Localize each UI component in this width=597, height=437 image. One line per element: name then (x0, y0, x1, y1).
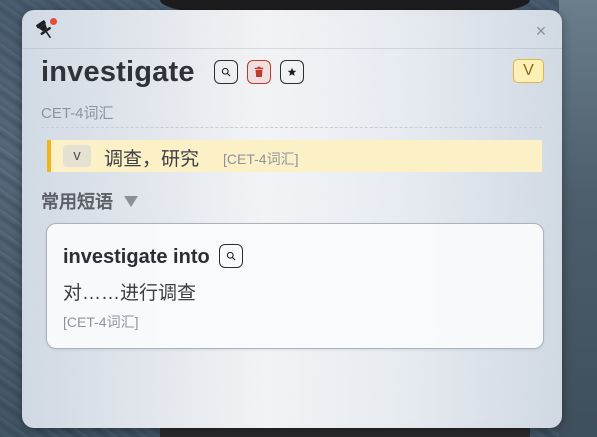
phrases-section-toggle[interactable]: 常用短语 (41, 188, 139, 214)
desktop-background (559, 0, 597, 437)
dictionary-popup: × investigate V CET-4词汇 v 调查，研究 [CET-4词汇… (22, 10, 562, 428)
trash-icon (254, 66, 264, 77)
pin-button[interactable] (34, 18, 60, 44)
phrase-meaning: 对……进行调查 (63, 283, 197, 304)
definition-source: [CET-4词汇] (223, 151, 299, 167)
phrases-section-title: 常用短语 (41, 192, 113, 212)
definition-row: v 调查，研究 [CET-4词汇] (47, 140, 542, 172)
phrase-source: [CET-4词汇] (63, 314, 139, 330)
pos-badge: V (513, 59, 544, 83)
phrase-title: investigate into (63, 246, 210, 268)
definition-pos: v (63, 145, 91, 167)
definition-text: 调查，研究 (104, 149, 200, 170)
phrase-card: investigate into 对……进行调查 [CET-4词汇] (46, 223, 544, 349)
title-bar: × (22, 10, 562, 49)
caret-down-icon (124, 195, 139, 207)
headword: investigate (41, 56, 195, 88)
pin-status-dot (50, 18, 57, 25)
search-word-button[interactable] (214, 60, 238, 84)
delete-word-button[interactable] (247, 60, 271, 84)
search-icon (221, 67, 231, 77)
favorite-button[interactable] (280, 60, 304, 84)
search-icon (226, 251, 236, 261)
close-button[interactable]: × (534, 22, 548, 40)
search-phrase-button[interactable] (219, 244, 243, 268)
word-header: investigate V (41, 54, 544, 90)
divider (41, 127, 542, 128)
star-icon (287, 67, 297, 76)
word-source-tag: CET-4词汇 (41, 105, 114, 122)
